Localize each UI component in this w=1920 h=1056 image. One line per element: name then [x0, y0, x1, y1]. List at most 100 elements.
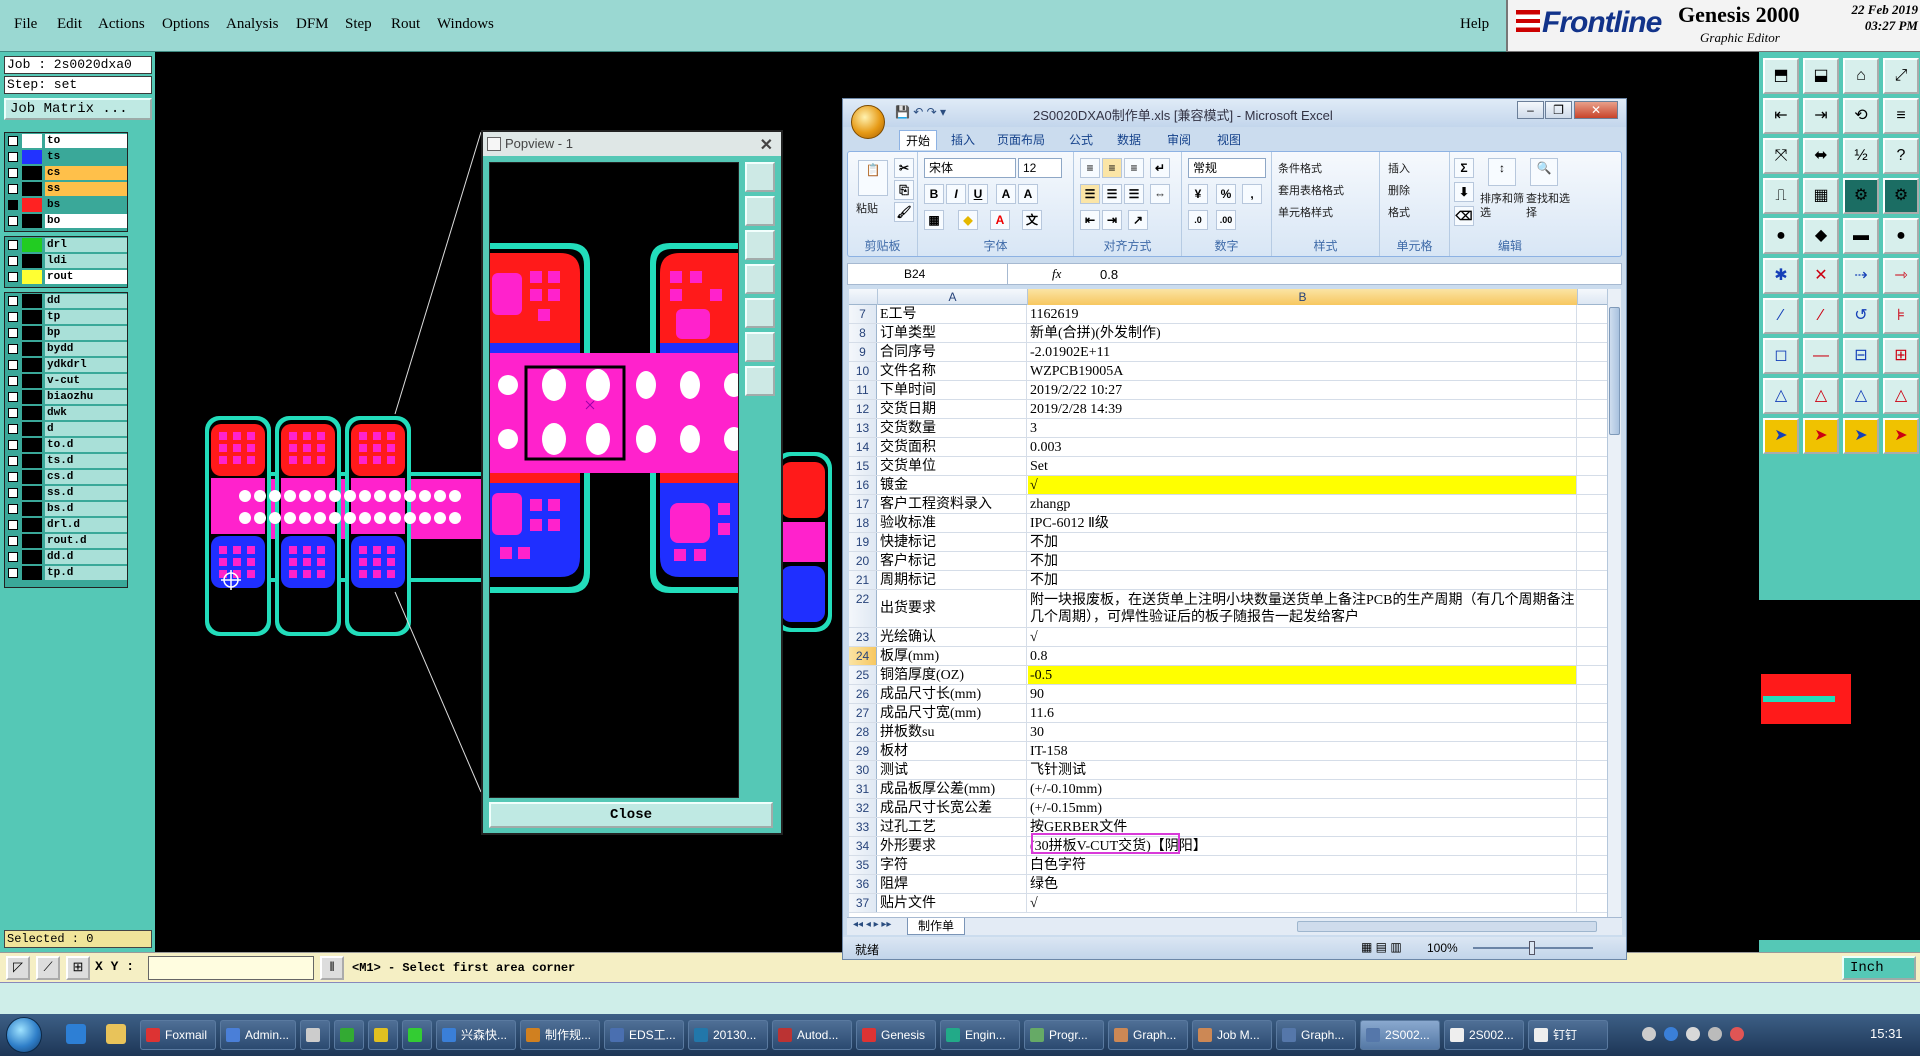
layer-name[interactable]: to.d	[45, 438, 127, 452]
layer-name[interactable]: drl	[45, 238, 127, 252]
restore-button[interactable]: ❐	[1545, 101, 1572, 119]
cell-b[interactable]: 附一块报废板，在送货单上注明小块数量送货单上备注PCB的生产周期（有几个周期备注…	[1028, 590, 1577, 627]
horizontal-scrollbar[interactable]	[1297, 921, 1597, 932]
font-name-select[interactable]: 宋体	[924, 158, 1016, 178]
cell-a[interactable]: 贴片文件	[878, 894, 1027, 912]
cell-a[interactable]: 成品板厚公差(mm)	[878, 780, 1027, 798]
settings-icon[interactable]: ⚙	[1843, 178, 1879, 214]
cell-a[interactable]: 光绘确认	[878, 628, 1027, 646]
line-icon[interactable]: ▬	[1843, 218, 1879, 254]
dash-icon[interactable]: —	[1803, 338, 1839, 374]
cell-b[interactable]: 白色字符	[1028, 856, 1577, 874]
cell-b[interactable]: 90	[1028, 685, 1577, 703]
ribbon-tab[interactable]: 开始	[899, 130, 938, 150]
ribbon-tab[interactable]: 视图	[1211, 130, 1247, 150]
taskbar-button[interactable]: 钉钉	[1528, 1020, 1608, 1050]
layer-name[interactable]: biaozhu	[45, 390, 127, 404]
row-header[interactable]: 8	[849, 324, 877, 342]
taskbar-button[interactable]: Autod...	[772, 1020, 852, 1050]
cell-a[interactable]: E工号	[878, 305, 1027, 323]
cell-a[interactable]: 测试	[878, 761, 1027, 779]
column-header-b[interactable]: B	[1028, 289, 1578, 305]
popview-up-button[interactable]	[745, 196, 775, 226]
scroll-thumb[interactable]	[1609, 307, 1620, 435]
line-draw-icon[interactable]: ∕	[1803, 298, 1839, 334]
taskbar-button[interactable]: Foxmail	[140, 1020, 216, 1050]
sheet-nav-icons[interactable]: ◂◂ ◂ ▸ ▸▸	[853, 919, 891, 930]
select-all-corner[interactable]	[849, 289, 878, 305]
cell-b[interactable]: 1162619	[1028, 305, 1577, 323]
frame-icon[interactable]: ⊧	[1883, 298, 1919, 334]
flip-icon[interactable]: ◆	[1803, 218, 1839, 254]
format-cells-button[interactable]: 格式	[1388, 204, 1410, 220]
layer-checkbox[interactable]	[8, 328, 18, 338]
layer-row[interactable]: drl.d	[5, 517, 127, 533]
layer-checkbox[interactable]	[8, 256, 18, 266]
row-header[interactable]: 23	[849, 628, 877, 646]
layer-row[interactable]: ydkdrl	[5, 357, 127, 373]
cell-a[interactable]: 外形要求	[878, 837, 1027, 855]
arc-icon[interactable]: ↺	[1843, 298, 1879, 334]
percent-icon[interactable]: %	[1216, 184, 1236, 204]
row-header[interactable]: 21	[849, 571, 877, 589]
find-select-button[interactable]: 查找和选择	[1526, 192, 1570, 220]
autosum-icon[interactable]: Σ	[1454, 158, 1474, 178]
move-icon[interactable]: ➤	[1843, 418, 1879, 454]
layer-row[interactable]: rout	[5, 269, 127, 285]
layer-checkbox[interactable]	[8, 504, 18, 514]
border-icon[interactable]: ▦	[924, 210, 944, 230]
pause-icon[interactable]: ‖	[320, 956, 344, 980]
cell-a[interactable]: 过孔工艺	[878, 818, 1027, 836]
cell-b[interactable]: √	[1028, 894, 1577, 912]
zoom-fit-icon[interactable]: ⤧	[1763, 138, 1799, 174]
row-header[interactable]: 31	[849, 780, 877, 798]
row-header[interactable]: 9	[849, 343, 877, 361]
align-bottom-icon[interactable]: ≡	[1124, 158, 1144, 178]
increase-decimal-icon[interactable]: .0	[1188, 210, 1208, 230]
minimize-button[interactable]: –	[1517, 101, 1544, 119]
node-icon[interactable]: ✱	[1763, 258, 1799, 294]
view-buttons[interactable]: ▦ ▤ ▥	[1361, 940, 1402, 954]
polygon-alt-icon[interactable]: △	[1883, 378, 1919, 414]
cell-b[interactable]: 0.8	[1028, 647, 1577, 665]
cell-b[interactable]: 绿色	[1028, 875, 1577, 893]
layer-name[interactable]: ts	[45, 150, 127, 164]
split-icon[interactable]: ⊟	[1843, 338, 1879, 374]
office-button[interactable]	[851, 105, 885, 139]
menu-rout[interactable]: Rout	[391, 16, 420, 33]
layer-row[interactable]: to	[5, 133, 127, 149]
sheet-tab[interactable]: 制作单	[907, 918, 966, 935]
shrink-font-icon[interactable]: A	[1018, 184, 1038, 204]
row-header[interactable]: 34	[849, 837, 877, 855]
cell-b[interactable]: 不加	[1028, 552, 1577, 570]
cell-b[interactable]: 2019/2/22 10:27	[1028, 381, 1577, 399]
cell-b[interactable]: (+/-0.15mm)	[1028, 799, 1577, 817]
menu-file[interactable]: File	[14, 16, 37, 33]
row-header[interactable]: 18	[849, 514, 877, 532]
menu-help[interactable]: Help	[1460, 16, 1489, 33]
ribbon-tab[interactable]: 公式	[1063, 130, 1099, 150]
cell-a[interactable]: 字符	[878, 856, 1027, 874]
cell-a[interactable]: 交货数量	[878, 419, 1027, 437]
layer-name[interactable]: cs.d	[45, 470, 127, 484]
layer-checkbox[interactable]	[8, 520, 18, 530]
layer-name[interactable]: drl.d	[45, 518, 127, 532]
format-painter-icon[interactable]: 🖌	[894, 202, 914, 222]
start-button[interactable]	[6, 1017, 42, 1053]
row-header[interactable]: 27	[849, 704, 877, 722]
help-tray-icon[interactable]	[1664, 1027, 1678, 1041]
layer-checkbox[interactable]	[8, 472, 18, 482]
row-header[interactable]: 10	[849, 362, 877, 380]
font-size-select[interactable]: 12	[1018, 158, 1062, 178]
wrap-text-icon[interactable]: ↵	[1150, 158, 1170, 178]
row-header[interactable]: 29	[849, 742, 877, 760]
column-header-a[interactable]: A	[878, 289, 1028, 305]
row-header[interactable]: 25	[849, 666, 877, 684]
layer-name[interactable]: ydkdrl	[45, 358, 127, 372]
layer-name[interactable]: to	[45, 134, 127, 148]
triangle-alt-icon[interactable]: △	[1803, 378, 1839, 414]
cross-icon[interactable]: ✕	[1803, 258, 1839, 294]
row-header[interactable]: 12	[849, 400, 877, 418]
row-header[interactable]: 37	[849, 894, 877, 912]
cell-a[interactable]: 合同序号	[878, 343, 1027, 361]
